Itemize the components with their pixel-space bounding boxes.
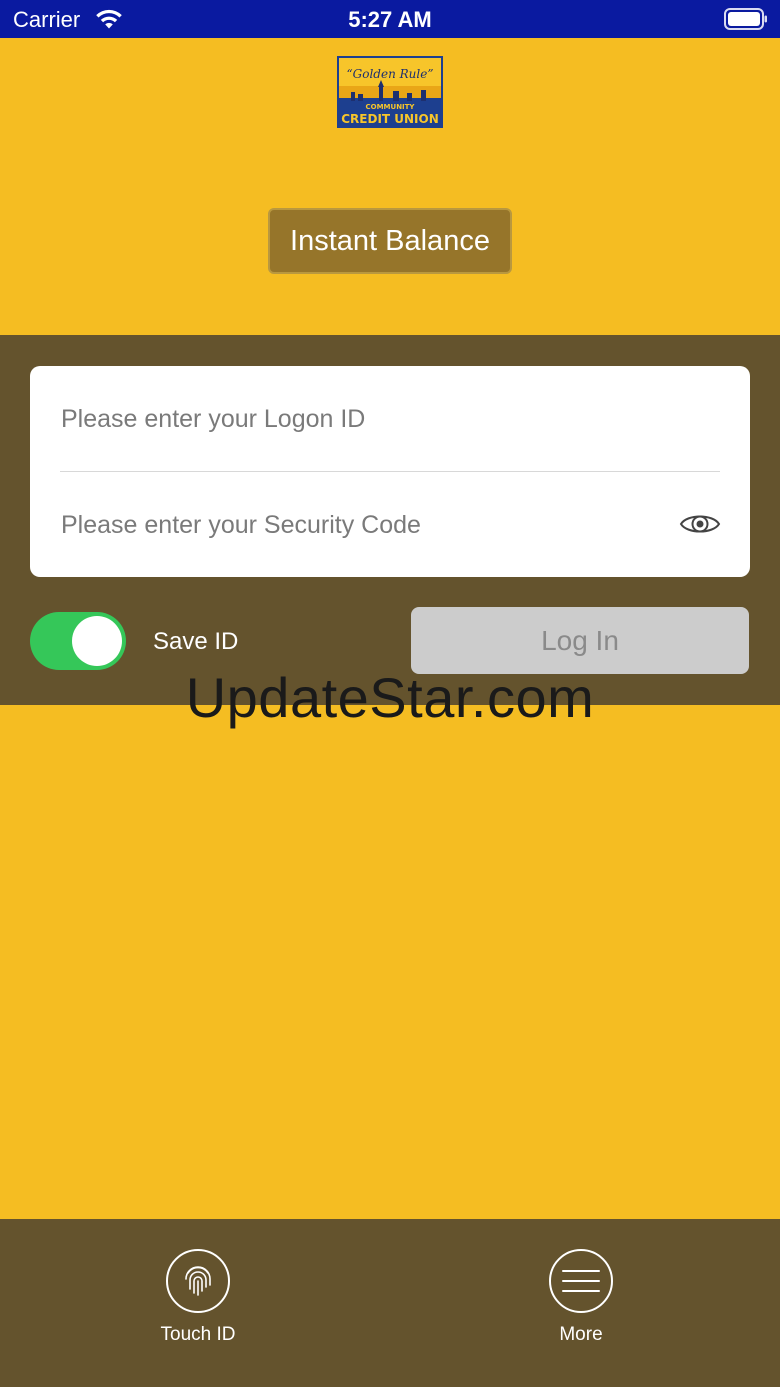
more-button[interactable]: More (511, 1249, 651, 1346)
save-id-toggle[interactable] (30, 612, 126, 670)
eye-icon[interactable] (679, 509, 721, 539)
credit-union-logo: “Golden Rule” COMMUNITY CREDIT UNION (337, 56, 443, 128)
security-code-input[interactable]: Please enter your Security Code (61, 510, 421, 540)
save-id-label: Save ID (153, 628, 239, 655)
instant-balance-button[interactable]: Instant Balance (268, 208, 512, 274)
more-label: More (559, 1324, 603, 1345)
more-circle (549, 1249, 613, 1313)
logon-id-input[interactable]: Please enter your Logon ID (61, 404, 365, 434)
svg-text:“Golden Rule”: “Golden Rule” (347, 67, 434, 81)
watermark: UpdateStar.com (185, 666, 595, 729)
touch-id-button[interactable]: Touch ID (128, 1249, 268, 1346)
touch-id-label: Touch ID (160, 1324, 236, 1345)
svg-text:CREDIT UNION: CREDIT UNION (341, 112, 439, 126)
login-panel: Please enter your Logon ID Please enter … (0, 335, 780, 705)
log-in-button[interactable]: Log In (411, 607, 749, 674)
hamburger-menu-icon (562, 1270, 600, 1292)
battery-icon (724, 8, 767, 30)
svg-text:COMMUNITY: COMMUNITY (365, 103, 415, 111)
touch-id-circle (166, 1249, 230, 1313)
credentials-card: Please enter your Logon ID Please enter … (30, 366, 750, 577)
toggle-knob (72, 616, 122, 666)
field-divider (60, 471, 720, 472)
fingerprint-icon (185, 1266, 211, 1296)
status-time: 5:27 AM (348, 7, 432, 32)
bottom-toolbar: Touch ID More (0, 1219, 780, 1387)
status-bar: Carrier 5:27 AM (0, 0, 780, 38)
